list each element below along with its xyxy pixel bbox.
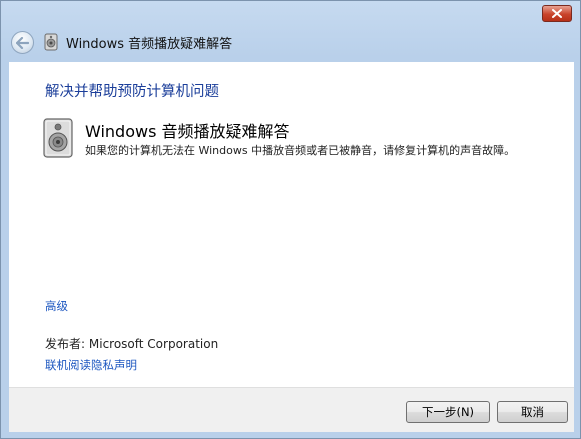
publisher-label: 发布者: (45, 337, 86, 351)
speaker-icon (43, 118, 73, 158)
cancel-button[interactable]: 取消 (497, 401, 568, 423)
advanced-link[interactable]: 高级 (45, 298, 68, 314)
next-button[interactable]: 下一步(N) (406, 401, 490, 423)
button-bar: 下一步(N) 取消 (9, 387, 574, 432)
troubleshooter-description: 如果您的计算机无法在 Windows 中播放音频或者已被静音，请修复计算机的声音… (85, 144, 516, 157)
publisher-info: 发布者: Microsoft Corporation (45, 335, 218, 352)
troubleshooter-title: Windows 音频播放疑难解答 (85, 122, 290, 141)
close-icon (552, 9, 562, 18)
speaker-icon (44, 33, 58, 51)
back-arrow-icon (16, 36, 29, 49)
publisher-name: Microsoft Corporation (88, 337, 219, 351)
content-panel: 解决并帮助预防计算机问题 Windows 音频播放疑难解答 如果您的计算机无法在… (9, 62, 574, 387)
troubleshooter-window: Windows 音频播放疑难解答 解决并帮助预防计算机问题 Windows 音频… (0, 0, 581, 439)
back-button[interactable] (11, 31, 34, 54)
window-title: Windows 音频播放疑难解答 (66, 37, 233, 52)
page-heading: 解决并帮助预防计算机问题 (45, 84, 219, 100)
privacy-statement-link[interactable]: 联机阅读隐私声明 (45, 357, 137, 373)
close-button[interactable] (542, 5, 572, 22)
